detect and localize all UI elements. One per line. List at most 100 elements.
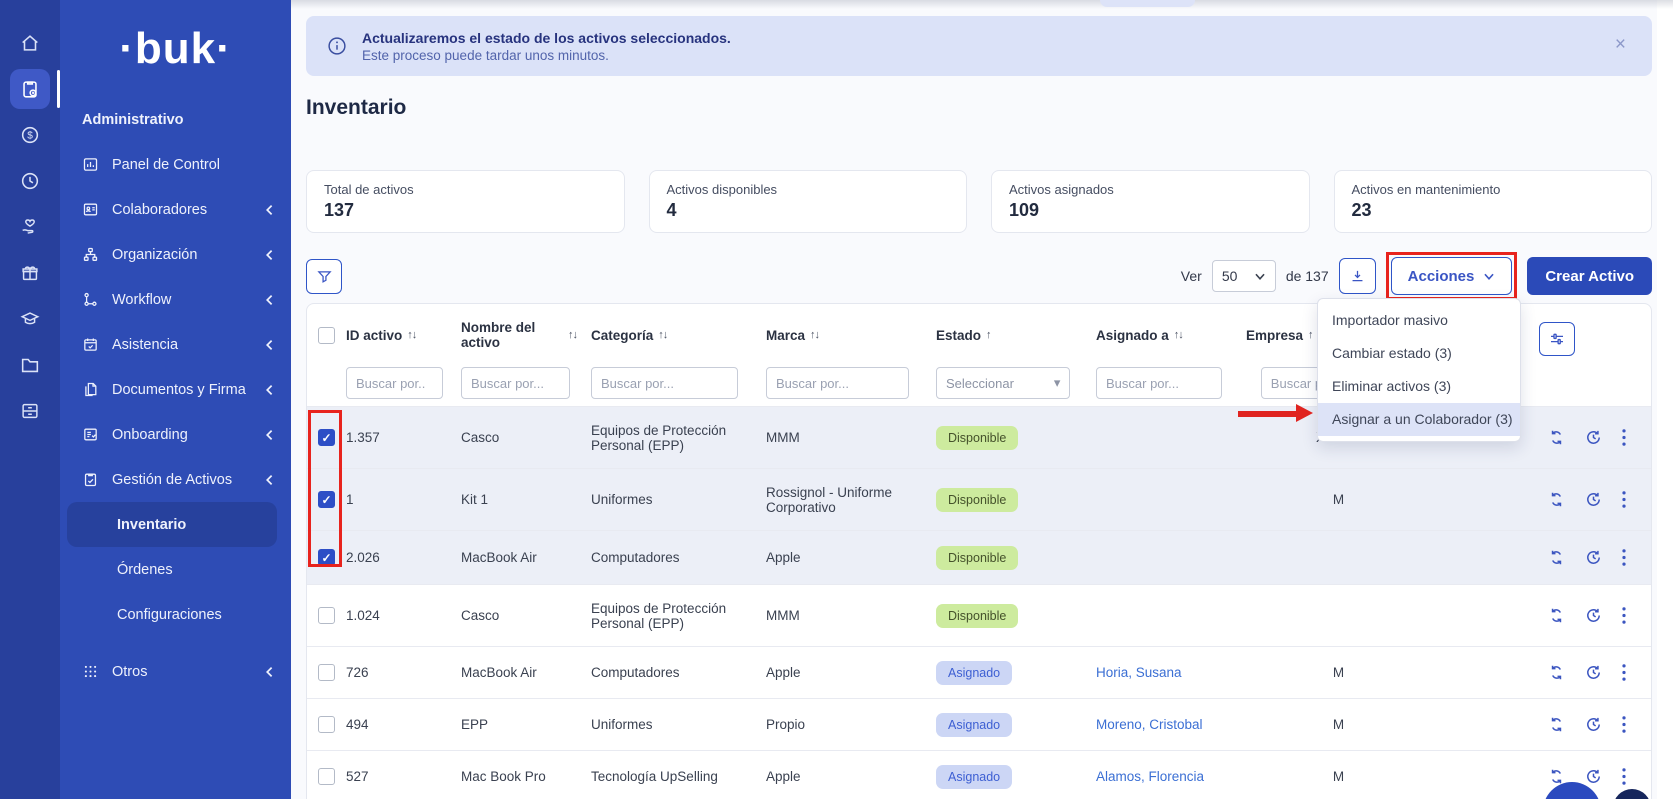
page-size-select[interactable]: 50 — [1212, 260, 1276, 292]
sidebar-item-workflow[interactable]: Workflow — [60, 277, 291, 322]
menu-item-asignar-colaborador[interactable]: Asignar a un Colaborador (3) — [1318, 403, 1520, 436]
sidebar-item-organizacion[interactable]: Organización — [60, 232, 291, 277]
column-header-nombre[interactable]: Nombre del activo↑↓ — [461, 320, 591, 350]
acciones-button[interactable]: Acciones — [1391, 257, 1513, 295]
sort-icon[interactable]: ↑↓ — [658, 329, 667, 341]
row-checkbox[interactable] — [318, 664, 335, 681]
kebab-menu-icon[interactable] — [1621, 490, 1627, 509]
sidebar-item-label: Asistencia — [112, 337, 178, 353]
change-status-icon[interactable] — [1547, 548, 1566, 567]
chevron-left-icon — [263, 293, 275, 307]
rewards-gift-icon[interactable] — [0, 250, 60, 296]
sidebar-item-asistencia[interactable]: Asistencia — [60, 322, 291, 367]
sort-icon[interactable]: ↑ — [1308, 329, 1313, 341]
filter-nombre-input[interactable] — [461, 367, 570, 399]
sidebar-item-label: Otros — [112, 664, 147, 680]
sidebar-subitem-configuraciones[interactable]: Configuraciones — [60, 592, 291, 637]
row-checkbox[interactable]: ✓ — [318, 491, 335, 508]
menu-item-importador-masivo[interactable]: Importador masivo — [1318, 304, 1520, 337]
chevron-left-icon — [263, 338, 275, 352]
kebab-menu-icon[interactable] — [1621, 548, 1627, 567]
column-settings-button[interactable] — [1539, 322, 1575, 356]
filter-button[interactable] — [306, 259, 342, 294]
column-header-estado[interactable]: Estado↑ — [936, 328, 1096, 343]
history-icon[interactable] — [1584, 428, 1603, 447]
sidebar-item-onboarding[interactable]: Onboarding — [60, 412, 291, 457]
assigned-person-link[interactable]: Alamos, Florencia — [1096, 769, 1204, 784]
sidebar-item-gestion-de-activos[interactable]: Gestión de Activos — [60, 457, 291, 502]
cell-nombre: Mac Book Pro — [461, 769, 591, 784]
documents-icon — [82, 381, 99, 398]
column-header-asignado[interactable]: Asignado a↑↓ — [1096, 328, 1246, 343]
archive-cabinet-icon[interactable] — [0, 388, 60, 434]
column-header-id[interactable]: ID activo↑↓ — [346, 328, 461, 343]
column-header-marca[interactable]: Marca↑↓ — [766, 328, 936, 343]
sidebar-subitem-inventario[interactable]: Inventario — [67, 502, 277, 547]
cell-nombre: EPP — [461, 717, 591, 732]
column-header-categoria[interactable]: Categoría↑↓ — [591, 328, 766, 343]
sort-icon[interactable]: ↑↓ — [568, 329, 577, 341]
stat-value: 109 — [1009, 200, 1292, 221]
sort-icon[interactable]: ↑↓ — [810, 329, 819, 341]
assets-clipboard-icon[interactable] — [0, 66, 60, 112]
sort-icon[interactable]: ↑↓ — [407, 329, 416, 341]
kebab-menu-icon[interactable] — [1621, 663, 1627, 682]
payroll-dollar-icon[interactable]: $ — [0, 112, 60, 158]
change-status-icon[interactable] — [1547, 663, 1566, 682]
row-checkbox[interactable] — [318, 768, 335, 785]
files-folder-icon[interactable] — [0, 342, 60, 388]
sort-icon[interactable]: ↑ — [986, 329, 991, 341]
history-icon[interactable] — [1584, 606, 1603, 625]
history-icon[interactable] — [1584, 715, 1603, 734]
assigned-person-link[interactable]: Moreno, Cristobal — [1096, 717, 1203, 732]
kebab-menu-icon[interactable] — [1621, 428, 1627, 447]
row-checkbox[interactable] — [318, 607, 335, 624]
kebab-menu-icon[interactable] — [1621, 715, 1627, 734]
status-badge: Disponible — [936, 604, 1018, 628]
history-icon[interactable] — [1584, 548, 1603, 567]
filter-id-input[interactable] — [346, 367, 443, 399]
info-icon — [326, 35, 348, 57]
workflow-icon — [82, 291, 99, 308]
stat-card-disponibles: Activos disponibles 4 — [649, 170, 968, 233]
checklist-icon — [82, 426, 99, 443]
history-icon[interactable] — [1584, 663, 1603, 682]
cell-marca: Apple — [766, 550, 936, 565]
change-status-icon[interactable] — [1547, 715, 1566, 734]
change-status-icon[interactable] — [1547, 606, 1566, 625]
sidebar-subitem-ordenes[interactable]: Órdenes — [60, 547, 291, 592]
home-icon[interactable] — [0, 20, 60, 66]
change-status-icon[interactable] — [1547, 428, 1566, 447]
row-checkbox[interactable] — [318, 716, 335, 733]
history-icon[interactable] — [1584, 767, 1603, 786]
filter-estado-select[interactable]: Seleccionar▾ — [936, 367, 1070, 399]
sidebar-item-colaboradores[interactable]: Colaboradores — [60, 187, 291, 232]
kebab-menu-icon[interactable] — [1621, 767, 1627, 786]
menu-item-cambiar-estado[interactable]: Cambiar estado (3) — [1318, 337, 1520, 370]
row-checkbox[interactable]: ✓ — [318, 549, 335, 566]
filter-asignado-input[interactable] — [1096, 367, 1222, 399]
filter-marca-input[interactable] — [766, 367, 909, 399]
sidebar-item-panel-de-control[interactable]: Panel de Control — [60, 142, 291, 187]
training-graduation-icon[interactable] — [0, 296, 60, 342]
benefits-hand-heart-icon[interactable] — [0, 204, 60, 250]
assigned-person-link[interactable]: Horia, Susana — [1096, 665, 1182, 680]
menu-item-eliminar-activos[interactable]: Eliminar activos (3) — [1318, 370, 1520, 403]
close-icon[interactable]: × — [1615, 34, 1626, 56]
sort-icon[interactable]: ↑↓ — [1174, 329, 1183, 341]
select-all-checkbox[interactable] — [318, 327, 335, 344]
row-checkbox[interactable]: ✓ — [318, 429, 335, 446]
kebab-menu-icon[interactable] — [1621, 606, 1627, 625]
stat-label: Total de activos — [324, 182, 607, 197]
filter-categoria-input[interactable] — [591, 367, 738, 399]
crear-activo-button[interactable]: Crear Activo — [1527, 257, 1652, 295]
change-status-icon[interactable] — [1547, 490, 1566, 509]
cell-categoria: Uniformes — [591, 492, 766, 507]
history-icon[interactable] — [1584, 490, 1603, 509]
sidebar-item-documentos-y-firma[interactable]: Documentos y Firma — [60, 367, 291, 412]
sidebar-item-label: Onboarding — [112, 427, 188, 443]
time-clock-icon[interactable] — [0, 158, 60, 204]
download-button[interactable] — [1339, 258, 1376, 294]
table-row: 1.024 Casco Equipos de Protección Person… — [307, 584, 1651, 646]
sidebar-item-otros[interactable]: Otros — [60, 649, 291, 694]
